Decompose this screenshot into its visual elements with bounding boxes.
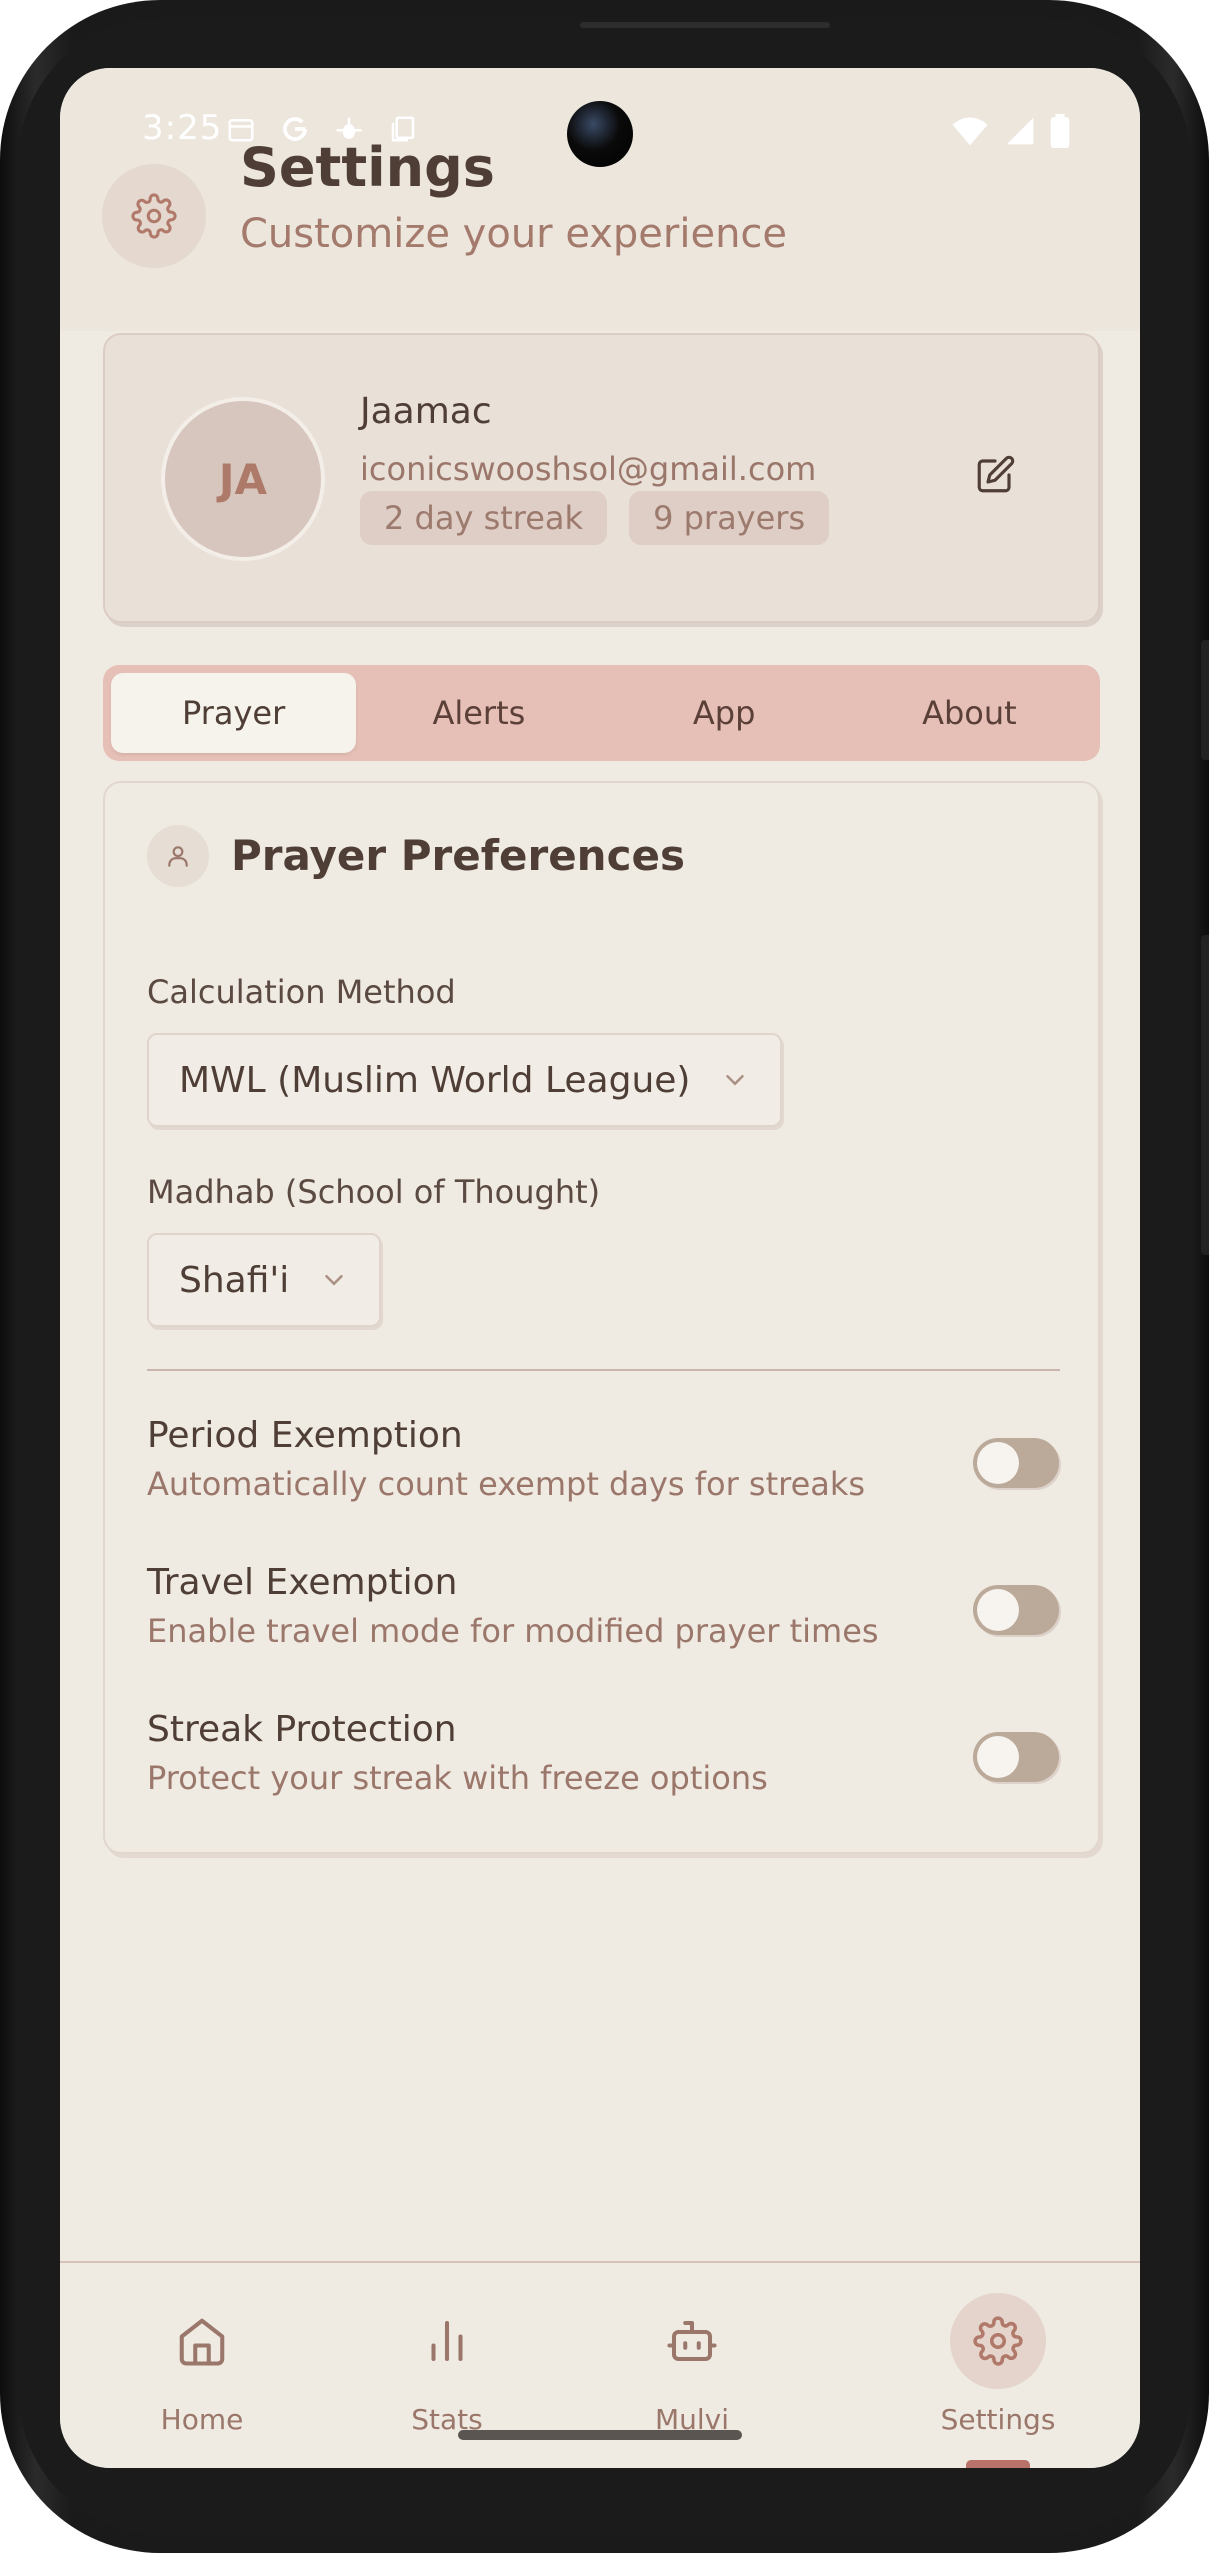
- tab-about[interactable]: About: [847, 673, 1092, 753]
- madhab-select[interactable]: Shafi'i: [147, 1233, 382, 1327]
- profile-email: iconicswooshsol@gmail.com: [360, 450, 817, 488]
- edit-icon: [977, 455, 1015, 493]
- toggle-knob: [977, 1736, 1019, 1778]
- status-system-icons: [950, 114, 1070, 148]
- nav-settings-label: Settings: [940, 2403, 1056, 2436]
- front-camera: [567, 101, 633, 167]
- bug-icon: [336, 117, 362, 139]
- nav-settings[interactable]: Settings: [918, 2293, 1078, 2436]
- streak-protection-toggle[interactable]: [973, 1732, 1059, 1782]
- status-time: 3:25: [142, 108, 223, 148]
- calendar-icon: [228, 119, 254, 142]
- nav-stats[interactable]: Stats: [367, 2293, 527, 2436]
- toggle-knob: [977, 1589, 1019, 1631]
- prayers-badge: 9 prayers: [629, 491, 830, 545]
- profile-name: Jaamac: [360, 391, 492, 432]
- madhab-label: Madhab (School of Thought): [147, 1173, 601, 1211]
- chevron-down-icon: [726, 1075, 745, 1086]
- gesture-home-bar[interactable]: [458, 2430, 742, 2440]
- nav-home-label: Home: [160, 2403, 244, 2436]
- edit-profile-button[interactable]: [965, 445, 1025, 505]
- section-title: Prayer Preferences: [231, 831, 685, 880]
- active-nav-indicator: [966, 2460, 1030, 2468]
- profile-card: JA Jaamac iconicswooshsol@gmail.com 2 da…: [103, 333, 1100, 623]
- chevron-down-icon: [325, 1275, 344, 1286]
- power-button: [1201, 640, 1209, 760]
- streak-badge: 2 day streak: [360, 491, 608, 545]
- section-divider: [147, 1369, 1060, 1371]
- signal-icon: [1006, 117, 1034, 145]
- copy-icon: [391, 116, 415, 142]
- streak-protection-description: Protect your streak with freeze options: [147, 1759, 768, 1797]
- prayer-preferences-card: Prayer Preferences Calculation Method MW…: [103, 781, 1100, 1854]
- travel-exemption-description: Enable travel mode for modified prayer t…: [147, 1612, 879, 1650]
- period-exemption-title: Period Exemption: [147, 1415, 463, 1456]
- tab-app[interactable]: App: [602, 673, 847, 753]
- settings-tabs: Prayer Alerts App About: [103, 665, 1100, 761]
- wifi-icon: [952, 117, 988, 146]
- travel-exemption-toggle[interactable]: [973, 1585, 1059, 1635]
- speaker-grille: [580, 22, 830, 28]
- tab-alerts[interactable]: Alerts: [356, 673, 601, 753]
- tab-prayer[interactable]: Prayer: [111, 673, 357, 753]
- page-subtitle: Customize your experience: [240, 211, 788, 257]
- toggle-knob: [977, 1442, 1019, 1484]
- period-exemption-description: Automatically count exempt days for stre…: [147, 1465, 866, 1503]
- avatar[interactable]: JA: [161, 397, 325, 561]
- travel-exemption-title: Travel Exemption: [147, 1562, 458, 1603]
- calculation-method-value: MWL (Muslim World League): [179, 1059, 691, 1101]
- home-icon: [154, 2293, 250, 2389]
- header-gear-icon: [102, 164, 206, 268]
- status-notification-icons: [225, 114, 419, 144]
- bar-chart-icon: [399, 2293, 495, 2389]
- madhab-value: Shafi'i: [179, 1259, 290, 1301]
- gear-icon: [950, 2293, 1046, 2389]
- page-title: Settings: [240, 136, 495, 199]
- period-exemption-toggle[interactable]: [973, 1438, 1059, 1488]
- nav-home[interactable]: Home: [122, 2293, 282, 2436]
- app-screen: Settings Customize your experience 3:25 …: [60, 68, 1140, 2468]
- battery-icon: [1050, 114, 1070, 148]
- calculation-method-label: Calculation Method: [147, 973, 456, 1011]
- user-icon: [147, 825, 209, 887]
- profile-stats: 2 day streak 9 prayers: [360, 491, 830, 545]
- streak-protection-title: Streak Protection: [147, 1709, 457, 1750]
- calculation-method-select[interactable]: MWL (Muslim World League): [147, 1033, 783, 1127]
- google-icon: [283, 117, 307, 141]
- phone-frame: Settings Customize your experience 3:25 …: [0, 0, 1209, 2553]
- robot-icon: [644, 2293, 740, 2389]
- settings-header: Settings Customize your experience 3:25: [60, 68, 1140, 331]
- volume-button: [1201, 935, 1209, 1255]
- nav-mulvi[interactable]: Mulvi: [612, 2293, 772, 2436]
